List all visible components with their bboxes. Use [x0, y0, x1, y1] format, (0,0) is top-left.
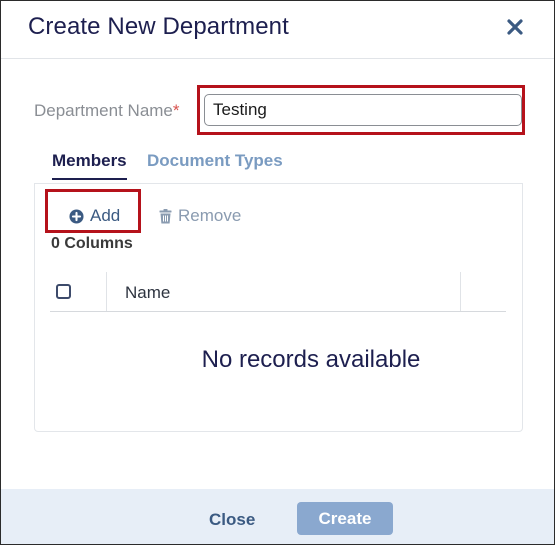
department-name-label-text: Department Name: [34, 101, 173, 120]
create-button[interactable]: Create: [297, 502, 393, 535]
remove-button[interactable]: Remove: [159, 205, 241, 227]
column-header-name[interactable]: Name: [125, 283, 170, 303]
dialog-header: Create New Department: [1, 1, 554, 59]
remove-button-label: Remove: [178, 206, 242, 225]
column-separator: [460, 272, 461, 311]
trash-icon: [159, 208, 172, 224]
column-count: 0 Columns: [51, 235, 133, 252]
empty-state-message: No records available: [201, 346, 421, 373]
department-name-input[interactable]: [204, 94, 522, 126]
close-button[interactable]: Close: [209, 510, 255, 530]
add-button[interactable]: Add: [69, 205, 120, 227]
grid-header: Name: [50, 272, 506, 312]
tab-members[interactable]: Members: [52, 151, 127, 180]
dialog-footer: [1, 489, 554, 544]
required-marker: *: [172, 101, 180, 120]
dialog-title: Create New Department: [28, 13, 289, 40]
column-separator: [106, 272, 107, 311]
plus-circle-icon: [69, 208, 84, 224]
tab-bar: Members Document Types: [34, 151, 524, 183]
close-x-icon[interactable]: [505, 17, 525, 37]
department-name-label: Department Name*: [34, 101, 180, 121]
select-all-checkbox[interactable]: [56, 284, 71, 299]
add-button-label: Add: [90, 206, 121, 225]
create-department-dialog: Create New Department Department Name* M…: [0, 0, 555, 545]
tab-document-types[interactable]: Document Types: [147, 151, 283, 181]
